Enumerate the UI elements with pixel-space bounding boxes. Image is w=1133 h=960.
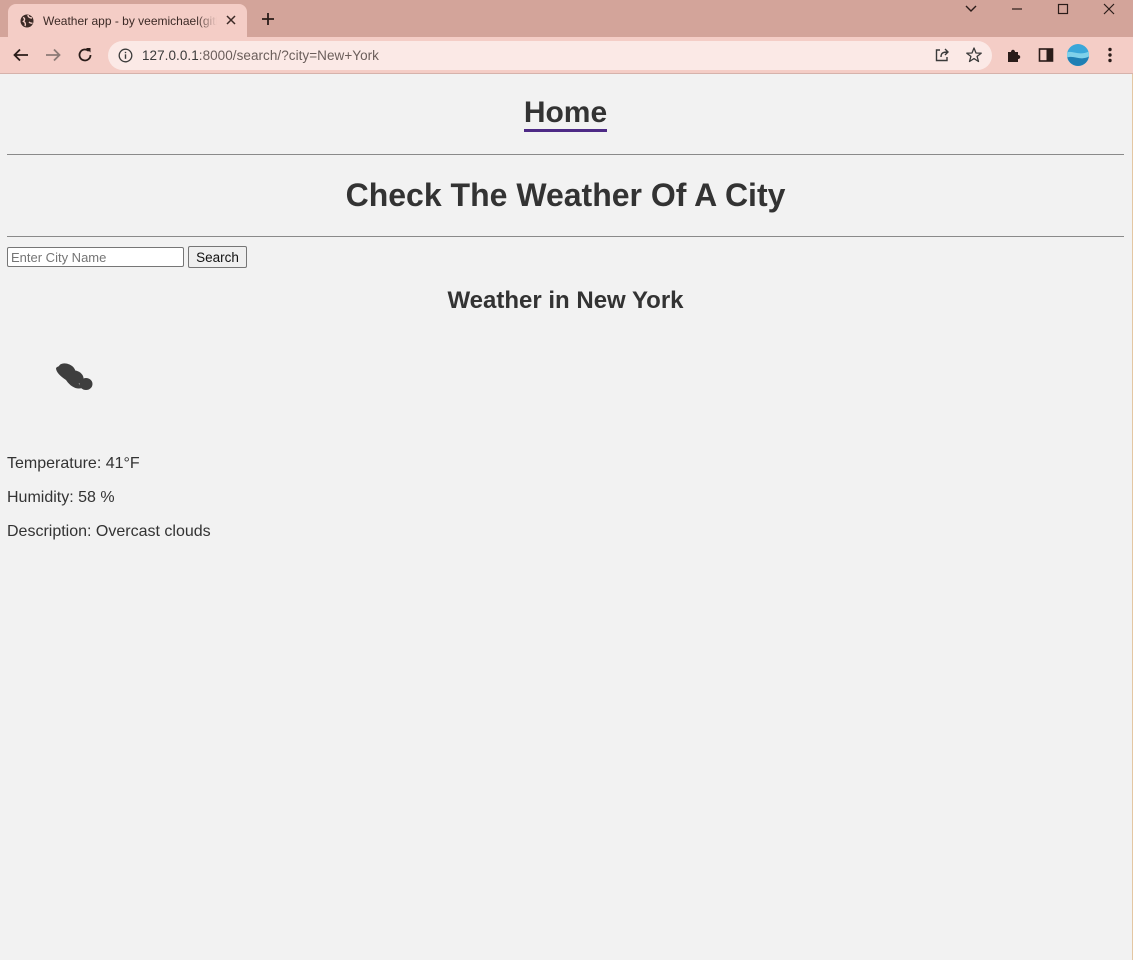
- overcast-clouds-icon: [48, 358, 98, 398]
- extensions-puzzle-icon[interactable]: [1004, 45, 1024, 65]
- humidity-text: Humidity: 58 %: [7, 489, 115, 506]
- close-window-icon[interactable]: [1086, 0, 1132, 18]
- menu-kebab-icon[interactable]: [1100, 45, 1120, 65]
- temperature-text: Temperature: 41°F: [7, 455, 140, 472]
- site-info-icon[interactable]: [118, 48, 133, 63]
- maximize-icon[interactable]: [1040, 0, 1086, 18]
- new-tab-icon[interactable]: [259, 10, 277, 28]
- page-title: Check The Weather Of A City: [345, 177, 786, 213]
- browser-toolbar: 127.0.0.1:8000/search/?city=New+York: [0, 37, 1133, 74]
- reload-icon[interactable]: [75, 45, 95, 65]
- back-arrow-icon[interactable]: [11, 45, 31, 65]
- divider: [7, 236, 1124, 237]
- minimize-icon[interactable]: [994, 0, 1040, 18]
- globe-icon: [19, 13, 35, 29]
- url-path: :8000/search/?city=New+York: [198, 48, 379, 63]
- url-text[interactable]: 127.0.0.1:8000/search/?city=New+York: [142, 48, 379, 63]
- profile-avatar[interactable]: [1066, 43, 1090, 67]
- url-host: 127.0.0.1: [142, 48, 199, 63]
- home-heading: Home: [0, 96, 1131, 132]
- close-tab-icon[interactable]: [224, 13, 238, 27]
- forward-arrow-icon[interactable]: [43, 45, 63, 65]
- share-icon[interactable]: [932, 45, 952, 65]
- city-search-input[interactable]: [7, 247, 184, 267]
- home-link[interactable]: Home: [523, 96, 608, 132]
- tab-title: Weather app - by veemichael(github): [43, 13, 217, 28]
- weather-title: Weather in New York: [447, 287, 684, 314]
- tab-strip: Weather app - by veemichael(github): [0, 0, 1133, 37]
- search-button[interactable]: Search: [188, 246, 247, 268]
- page-content: Home Check The Weather Of A City Search …: [0, 74, 1133, 960]
- browser-tab[interactable]: Weather app - by veemichael(github): [8, 4, 247, 37]
- tab-search-chevron-icon[interactable]: [948, 0, 994, 18]
- bookmark-star-icon[interactable]: [964, 45, 984, 65]
- side-panel-icon[interactable]: [1036, 45, 1056, 65]
- address-bar[interactable]: 127.0.0.1:8000/search/?city=New+York: [108, 41, 992, 70]
- description-text: Description: Overcast clouds: [7, 523, 211, 540]
- divider: [7, 154, 1124, 155]
